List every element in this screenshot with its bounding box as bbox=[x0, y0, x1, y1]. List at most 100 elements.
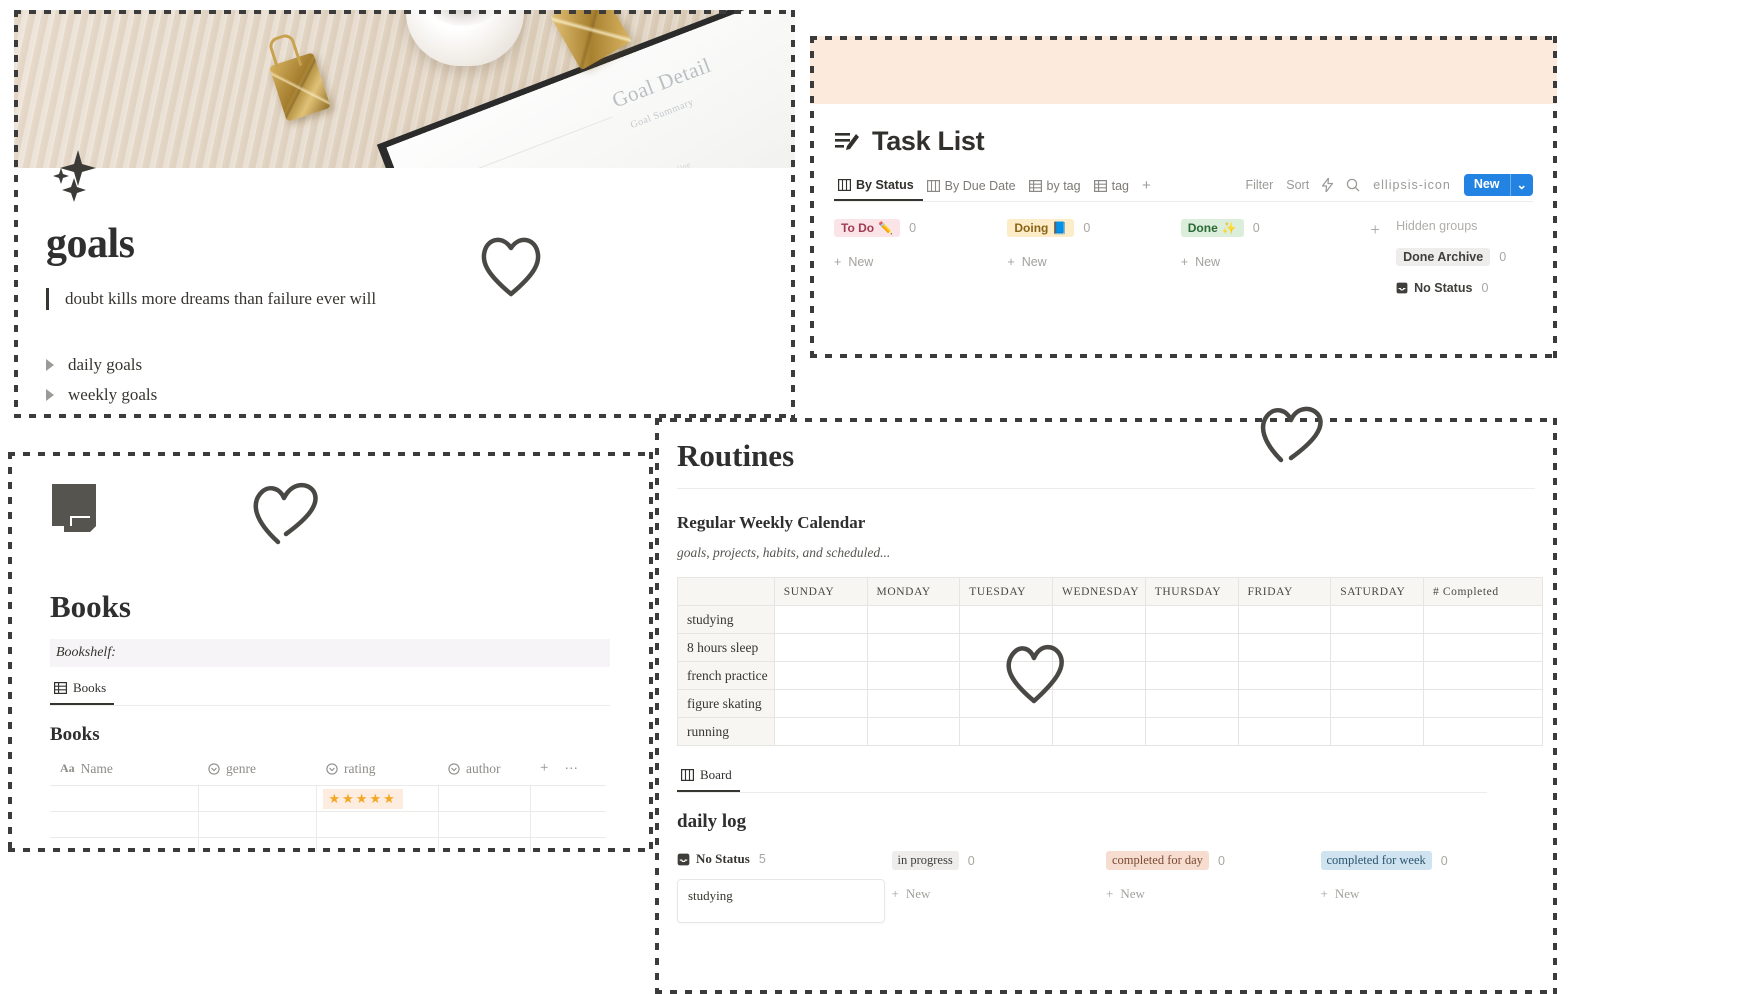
tab-by-due-date[interactable]: By Due Date bbox=[923, 175, 1025, 200]
tab-by-tag[interactable]: by tag bbox=[1025, 175, 1090, 200]
column-header-name[interactable]: Aa Name bbox=[50, 756, 198, 786]
add-card-button[interactable]: + New bbox=[1181, 255, 1354, 269]
log-card[interactable]: studying bbox=[677, 879, 885, 923]
calendar-cell[interactable] bbox=[773, 689, 868, 718]
cell-genre[interactable] bbox=[198, 811, 317, 838]
calendar-cell[interactable] bbox=[1237, 661, 1332, 690]
calendar-cell[interactable] bbox=[1144, 605, 1239, 634]
toggle-monthly-goals[interactable]: monthly goals bbox=[46, 410, 795, 418]
calendar-cell[interactable] bbox=[773, 661, 868, 690]
calendar-heading: Regular Weekly Calendar bbox=[677, 513, 866, 532]
calendar-cell[interactable] bbox=[1423, 605, 1543, 634]
column-header-rating[interactable]: rating bbox=[316, 756, 438, 786]
cell-author[interactable] bbox=[438, 811, 531, 838]
chevron-right-icon[interactable] bbox=[46, 389, 54, 402]
calendar-cell[interactable] bbox=[1144, 717, 1239, 746]
cell-author[interactable] bbox=[438, 785, 531, 812]
calendar-cell[interactable] bbox=[1423, 717, 1543, 746]
calendar-cell[interactable] bbox=[866, 717, 961, 746]
status-badge-doing[interactable]: Doing 📘 bbox=[1007, 219, 1075, 237]
table-row[interactable] bbox=[50, 837, 606, 852]
cell-name[interactable] bbox=[50, 837, 199, 852]
calendar-cell[interactable] bbox=[1052, 717, 1146, 746]
calendar-row-label[interactable]: french practice bbox=[677, 661, 775, 690]
add-card-button[interactable]: + New bbox=[892, 886, 1107, 902]
calendar-cell[interactable] bbox=[1052, 605, 1146, 634]
add-card-button[interactable]: + New bbox=[834, 255, 1007, 269]
log-status-badge[interactable]: completed for day bbox=[1106, 851, 1209, 870]
calendar-cell[interactable] bbox=[866, 689, 961, 718]
add-group-button[interactable]: + bbox=[1354, 219, 1396, 295]
filter-button[interactable]: Filter bbox=[1245, 178, 1273, 192]
calendar-cell[interactable] bbox=[1144, 633, 1239, 662]
table-row[interactable]: ★★★★★ bbox=[50, 785, 606, 812]
calendar-cell[interactable] bbox=[1237, 605, 1332, 634]
calendar-cell[interactable] bbox=[1423, 689, 1543, 718]
calendar-cell[interactable] bbox=[1330, 717, 1425, 746]
more-options-icon[interactable]: ··· bbox=[564, 761, 578, 777]
calendar-cell[interactable] bbox=[1330, 661, 1425, 690]
calendar-cell[interactable] bbox=[1237, 633, 1332, 662]
status-badge-done[interactable]: Done ✨ bbox=[1180, 219, 1244, 237]
table-row[interactable] bbox=[50, 811, 606, 838]
calendar-row-label[interactable]: running bbox=[677, 717, 775, 746]
calendar-cell[interactable] bbox=[959, 717, 1054, 746]
cell-author[interactable] bbox=[438, 837, 531, 852]
calendar-row-label[interactable]: 8 hours sleep bbox=[677, 633, 775, 662]
search-icon[interactable] bbox=[1346, 178, 1360, 192]
hidden-group-done-archive[interactable]: Done Archive 0 bbox=[1396, 248, 1533, 266]
add-card-button[interactable]: + New bbox=[1321, 886, 1536, 902]
new-button[interactable]: New ⌄ bbox=[1463, 173, 1533, 196]
toggle-daily-goals[interactable]: daily goals bbox=[46, 350, 795, 380]
tab-tag[interactable]: tag bbox=[1090, 175, 1138, 200]
calendar-cell[interactable] bbox=[1237, 689, 1332, 718]
cell-name[interactable] bbox=[50, 811, 199, 838]
status-badge-todo[interactable]: To Do ✏️ bbox=[834, 219, 901, 237]
calendar-cell[interactable] bbox=[1237, 717, 1332, 746]
cell-genre[interactable] bbox=[198, 785, 317, 812]
calendar-cell[interactable] bbox=[1144, 661, 1239, 690]
calendar-cell[interactable] bbox=[773, 717, 868, 746]
calendar-row-label[interactable]: studying bbox=[677, 605, 775, 634]
cell-name[interactable] bbox=[50, 785, 199, 812]
add-view-button[interactable]: + bbox=[1138, 173, 1160, 201]
lightning-icon[interactable] bbox=[1322, 177, 1334, 192]
cell-rating[interactable] bbox=[316, 837, 439, 852]
tab-books[interactable]: Books bbox=[50, 677, 115, 705]
calendar-cell[interactable] bbox=[1423, 661, 1543, 690]
calendar-cell[interactable] bbox=[773, 605, 868, 634]
chevron-right-icon[interactable] bbox=[46, 359, 54, 372]
calendar-cell[interactable] bbox=[866, 605, 961, 634]
notebook-small-text: Document on Timeline bbox=[612, 160, 692, 168]
cell-rating[interactable]: ★★★★★ bbox=[316, 785, 439, 812]
calendar-header-thursday: THURSDAY bbox=[1144, 577, 1239, 606]
hidden-groups-title: Hidden groups bbox=[1396, 219, 1478, 233]
tab-by-status[interactable]: By Status bbox=[834, 174, 923, 201]
log-status-badge[interactable]: in progress bbox=[891, 851, 959, 870]
calendar-cell[interactable] bbox=[773, 633, 868, 662]
calendar-cell[interactable] bbox=[1330, 633, 1425, 662]
calendar-row-label[interactable]: figure skating bbox=[677, 689, 775, 718]
more-options-icon[interactable]: ellipsis-icon bbox=[1373, 178, 1451, 192]
add-column-button[interactable]: + bbox=[540, 760, 548, 777]
cell-genre[interactable] bbox=[198, 837, 317, 852]
sort-button[interactable]: Sort bbox=[1286, 178, 1309, 192]
log-status-badge[interactable]: completed for week bbox=[1320, 851, 1432, 870]
calendar-cell[interactable] bbox=[866, 661, 961, 690]
calendar-cell[interactable] bbox=[866, 633, 961, 662]
add-card-button[interactable]: + New bbox=[1007, 255, 1180, 269]
tab-board[interactable]: Board bbox=[677, 764, 740, 792]
calendar-cell[interactable] bbox=[1423, 633, 1543, 662]
chevron-down-icon[interactable]: ⌄ bbox=[1509, 173, 1533, 196]
calendar-cell[interactable] bbox=[1144, 689, 1239, 718]
column-header-genre[interactable]: genre bbox=[198, 756, 316, 786]
calendar-header-row: SUNDAY MONDAY TUESDAY WEDNESDAY THURSDAY… bbox=[677, 577, 1543, 606]
calendar-cell[interactable] bbox=[1330, 689, 1425, 718]
calendar-cell[interactable] bbox=[1330, 605, 1425, 634]
cell-rating[interactable] bbox=[316, 811, 439, 838]
hidden-group-no-status[interactable]: No Status 0 bbox=[1396, 281, 1533, 295]
column-header-author[interactable]: author bbox=[438, 756, 530, 786]
calendar-cell[interactable] bbox=[959, 605, 1054, 634]
toggle-weekly-goals[interactable]: weekly goals bbox=[46, 380, 795, 410]
add-card-button[interactable]: + New bbox=[1106, 886, 1321, 902]
